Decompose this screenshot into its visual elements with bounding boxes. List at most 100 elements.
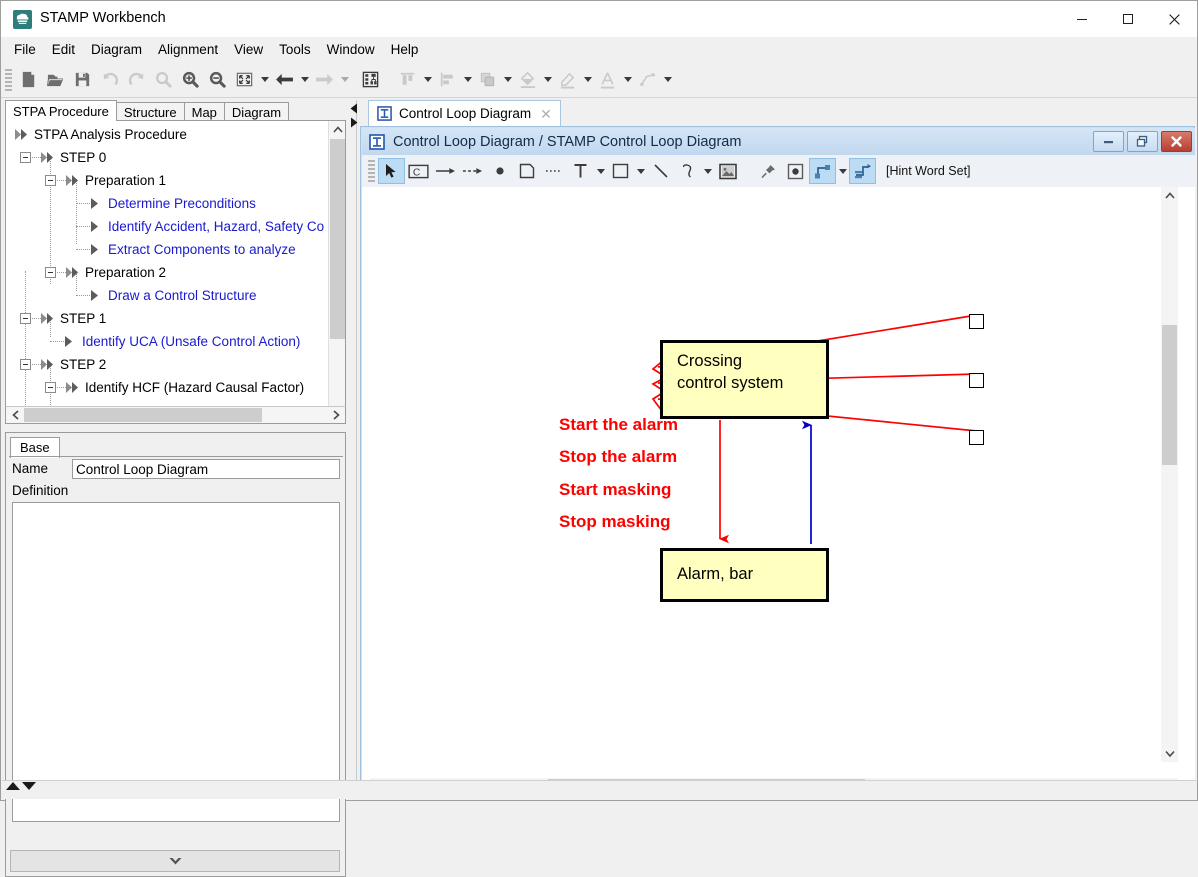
connector-endpoint-handle[interactable]: [969, 373, 984, 388]
zoom-in-icon[interactable]: [177, 66, 204, 93]
scroll-up-arrow-icon[interactable]: [329, 121, 345, 138]
mdi-restore-button[interactable]: [1127, 131, 1158, 152]
diagram-canvas[interactable]: Crossing control system Alarm, bar Start…: [370, 187, 1178, 762]
straight-line-icon[interactable]: [647, 158, 674, 184]
tree-vertical-scrollbar[interactable]: [328, 121, 345, 423]
close-button[interactable]: [1151, 1, 1197, 37]
tree-horizontal-scrollbar[interactable]: [5, 406, 346, 424]
tree-item-identify-hcf[interactable]: Identify HCF (Hazard Causal Factor): [6, 376, 324, 399]
scroll-left-arrow-icon[interactable]: [8, 408, 22, 422]
hint-word-set-label[interactable]: [Hint Word Set]: [886, 164, 971, 178]
document-tab-control-loop-diagram[interactable]: Control Loop Diagram ✕: [368, 100, 561, 126]
structure-tree-icon[interactable]: [357, 66, 384, 93]
tree-toggle-collapse-icon[interactable]: [20, 152, 31, 163]
tree-item-determine-preconditions[interactable]: Determine Preconditions: [6, 192, 324, 215]
mdi-close-button[interactable]: [1161, 131, 1192, 152]
text-tool-icon[interactable]: [567, 158, 594, 184]
control-action-label-3[interactable]: Start masking: [559, 480, 671, 500]
tree-hscroll-thumb[interactable]: [24, 408, 262, 422]
tree-toggle-collapse-icon[interactable]: [45, 382, 56, 393]
filled-dot-icon[interactable]: [486, 158, 513, 184]
align-left-caret-icon[interactable]: [461, 66, 474, 93]
diagram-toolbar-grip[interactable]: [368, 160, 375, 182]
tab-map[interactable]: Map: [183, 102, 225, 121]
collapse-left-button[interactable]: [349, 102, 358, 114]
diagram-node-actuator[interactable]: Alarm, bar: [660, 548, 829, 602]
align-top-caret-icon[interactable]: [421, 66, 434, 93]
save-icon[interactable]: [69, 66, 96, 93]
definition-textarea[interactable]: [12, 502, 340, 822]
menu-tools[interactable]: Tools: [271, 39, 319, 60]
auto-layout-icon[interactable]: [849, 158, 876, 184]
menu-edit[interactable]: Edit: [44, 39, 83, 60]
mdi-title-bar[interactable]: Control Loop Diagram / STAMP Control Loo…: [362, 128, 1195, 155]
fit-dropdown-caret-icon[interactable]: [258, 66, 271, 93]
tree-item-identify-accident-hazard-safety-constraint[interactable]: Identify Accident, Hazard, Safety Co: [6, 215, 324, 238]
tab-stpa-procedure[interactable]: STPA Procedure: [5, 100, 117, 121]
text-tool-caret-icon[interactable]: [594, 158, 607, 185]
forward-dropdown-caret-icon[interactable]: [338, 66, 351, 93]
tree-item-extract-components-to-analyze[interactable]: Extract Components to analyze: [6, 238, 324, 261]
dotted-line-icon[interactable]: [540, 158, 567, 184]
solid-arrow-icon[interactable]: [432, 158, 459, 184]
note-page-icon[interactable]: [513, 158, 540, 184]
canvas-scroll-up-arrow-icon[interactable]: [1161, 187, 1178, 204]
tree-item-step-2[interactable]: STEP 2: [6, 353, 324, 376]
tree-toggle-collapse-icon[interactable]: [45, 267, 56, 278]
back-dropdown-caret-icon[interactable]: [298, 66, 311, 93]
new-file-icon[interactable]: [15, 66, 42, 93]
connector-endpoint-handle[interactable]: [969, 430, 984, 445]
control-action-label-2[interactable]: Stop the alarm: [559, 447, 677, 467]
tree-item-draw-a-control-structure[interactable]: Draw a Control Structure: [6, 284, 324, 307]
line-color-caret-icon[interactable]: [581, 66, 594, 93]
name-field[interactable]: [72, 459, 340, 479]
canvas-vertical-scrollbar[interactable]: [1161, 187, 1178, 762]
toolbar-grip[interactable]: [5, 68, 12, 91]
control-action-label-4[interactable]: Stop masking: [559, 512, 670, 532]
mdi-minimize-button[interactable]: [1093, 131, 1124, 152]
component-box-icon[interactable]: C: [405, 158, 432, 184]
canvas-vscroll-thumb[interactable]: [1162, 325, 1177, 465]
tree-item-step-0[interactable]: STEP 0: [6, 146, 324, 169]
expand-right-button[interactable]: [349, 116, 358, 128]
tree-item-step-1[interactable]: STEP 1: [6, 307, 324, 330]
tab-base[interactable]: Base: [10, 437, 60, 458]
tree-toggle-collapse-icon[interactable]: [45, 175, 56, 186]
triangle-down-icon[interactable]: [22, 782, 36, 790]
font-color-caret-icon[interactable]: [621, 66, 634, 93]
fit-to-window-icon[interactable]: [231, 66, 258, 93]
select-pointer-icon[interactable]: [378, 158, 405, 184]
tree-item-preparation-1[interactable]: Preparation 1: [6, 169, 324, 192]
menu-view[interactable]: View: [226, 39, 271, 60]
orthogonal-route-caret-icon[interactable]: [836, 158, 849, 185]
orthogonal-route-icon[interactable]: [809, 158, 836, 184]
tree-item-stpa-analysis-procedure[interactable]: STPA Analysis Procedure: [6, 123, 324, 146]
canvas-scroll-down-arrow-icon[interactable]: [1161, 745, 1178, 762]
triangle-up-icon[interactable]: [6, 782, 20, 790]
fill-color-caret-icon[interactable]: [541, 66, 554, 93]
control-action-label-1[interactable]: Start the alarm: [559, 415, 678, 435]
line-style-caret-icon[interactable]: [661, 66, 674, 93]
close-tab-icon[interactable]: ✕: [540, 107, 552, 121]
dashed-arrow-icon[interactable]: [459, 158, 486, 184]
scroll-right-arrow-icon[interactable]: [329, 408, 343, 422]
tab-structure[interactable]: Structure: [115, 102, 185, 121]
tab-diagram[interactable]: Diagram: [223, 102, 290, 121]
collapse-panel-button[interactable]: [10, 850, 340, 872]
pin-icon[interactable]: [755, 158, 782, 184]
menu-window[interactable]: Window: [319, 39, 383, 60]
curved-line-icon[interactable]: [674, 158, 701, 184]
rectangle-shape-caret-icon[interactable]: [634, 158, 647, 185]
open-folder-icon[interactable]: [42, 66, 69, 93]
menu-help[interactable]: Help: [383, 39, 427, 60]
tree-item-identify-uca[interactable]: Identify UCA (Unsafe Control Action): [6, 330, 324, 353]
tree-toggle-collapse-icon[interactable]: [20, 359, 31, 370]
menu-file[interactable]: File: [6, 39, 44, 60]
maximize-button[interactable]: [1105, 1, 1151, 37]
anchor-point-icon[interactable]: [782, 158, 809, 184]
rectangle-shape-icon[interactable]: [607, 158, 634, 184]
zoom-out-icon[interactable]: [204, 66, 231, 93]
minimize-button[interactable]: [1059, 1, 1105, 37]
menu-alignment[interactable]: Alignment: [150, 39, 226, 60]
diagram-node-controller[interactable]: Crossing control system: [660, 340, 829, 419]
